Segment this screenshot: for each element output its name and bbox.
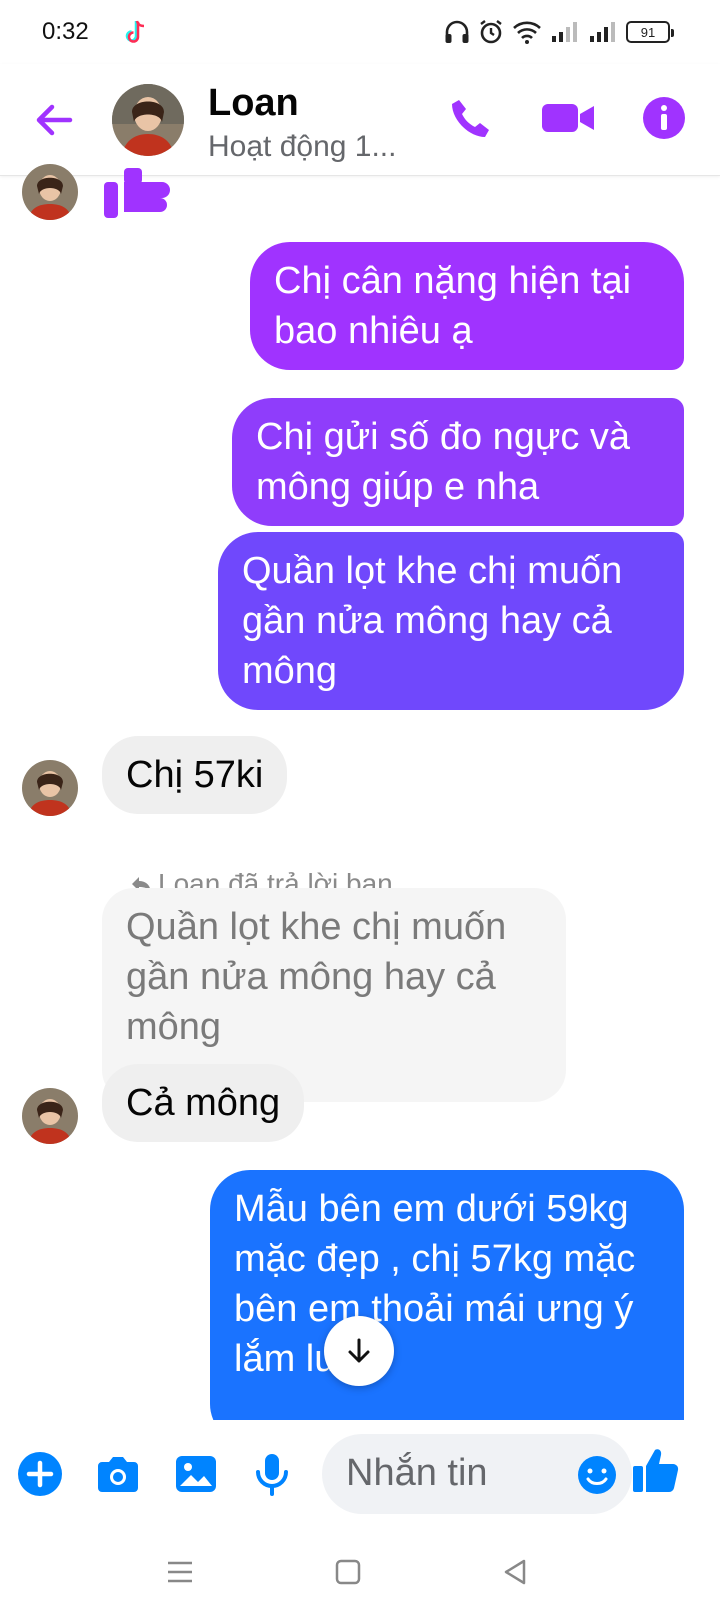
incoming-message[interactable]: Chị 57ki: [102, 736, 288, 814]
avatar[interactable]: [22, 760, 78, 816]
message-input[interactable]: Nhắn tin: [322, 1434, 632, 1514]
status-time: 0:32: [42, 18, 89, 45]
status-icons: 91: [444, 18, 674, 46]
plus-icon[interactable]: [16, 1450, 64, 1498]
tiktok-icon: [125, 20, 145, 43]
signal-icon: [552, 22, 577, 42]
triangle-back-icon[interactable]: [498, 1554, 534, 1590]
microphone-icon[interactable]: [248, 1450, 296, 1498]
thumbs-up-icon: [104, 168, 170, 218]
avatar[interactable]: [22, 1088, 78, 1144]
message-input-placeholder: Nhắn tin: [346, 1452, 488, 1494]
thumbs-up-icon[interactable]: [630, 1444, 682, 1496]
message-composer: Nhắn tin: [0, 1420, 720, 1530]
emoji-icon[interactable]: [576, 1454, 618, 1496]
message-clip: Mẫu bên em dưới 59kg mặc đẹp , chị 57kg …: [210, 1170, 684, 1420]
outgoing-message[interactable]: Quần lọt khe chị muốn gần nửa mông hay c…: [218, 532, 684, 710]
outgoing-message[interactable]: Chị cân nặng hiện tại bao nhiêu ạ: [250, 242, 684, 370]
system-navigation-bar: [0, 1530, 720, 1612]
alarm-icon: [480, 20, 502, 44]
avatar[interactable]: [22, 164, 78, 220]
back-arrow-icon[interactable]: [30, 96, 78, 144]
battery-indicator: 91: [626, 21, 674, 43]
signal-icon-2: [590, 22, 615, 42]
phone-icon[interactable]: [448, 94, 496, 142]
status-bar: 0:32 91: [0, 0, 720, 64]
square-icon[interactable]: [330, 1554, 366, 1590]
camera-icon[interactable]: [94, 1450, 142, 1498]
outgoing-message[interactable]: Mẫu bên em dưới 59kg mặc đẹp , chị 57kg …: [210, 1170, 684, 1420]
scroll-to-bottom-button[interactable]: [324, 1316, 394, 1386]
headphones-icon: [445, 20, 469, 43]
conversation-header: Loan Hoạt động 1...: [0, 64, 720, 176]
outgoing-message[interactable]: Chị gửi số đo ngực và mông giúp e nha: [232, 398, 684, 526]
wifi-icon: [513, 21, 541, 44]
arrow-down-icon: [348, 1338, 370, 1363]
info-icon[interactable]: [640, 94, 688, 142]
avatar[interactable]: [112, 84, 184, 156]
contact-name[interactable]: Loan: [208, 82, 299, 125]
contact-active-status: Hoạt động 1...: [208, 130, 397, 163]
image-icon[interactable]: [172, 1450, 220, 1498]
incoming-message[interactable]: Cả mông: [102, 1064, 305, 1142]
video-camera-icon[interactable]: [540, 94, 596, 142]
menu-icon[interactable]: [162, 1554, 198, 1590]
